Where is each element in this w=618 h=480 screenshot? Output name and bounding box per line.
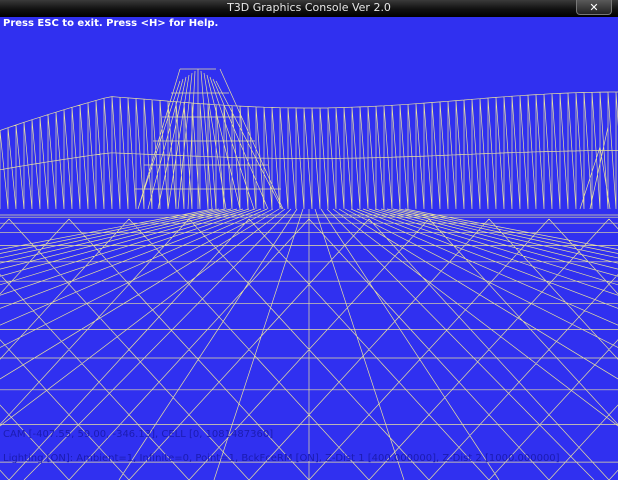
lighting-readout: Lighting [ON]: Ambient=1, Infinite=0, Po… xyxy=(3,453,560,464)
close-button[interactable]: ✕ xyxy=(576,0,612,15)
render-viewport[interactable]: Press ESC to exit. Press <H> for Help. C… xyxy=(0,17,618,480)
wireframe-lines xyxy=(0,68,618,480)
help-hint: Press ESC to exit. Press <H> for Help. xyxy=(3,18,219,29)
app-window: T3D Graphics Console Ver 2.0 ✕ Press ESC… xyxy=(0,0,618,480)
title-bar[interactable]: T3D Graphics Console Ver 2.0 ✕ xyxy=(0,0,618,18)
wireframe-scene xyxy=(0,68,618,480)
camera-readout: CAM [-407.55, 59.00, -346.13], CELL [0, … xyxy=(3,429,274,440)
close-icon: ✕ xyxy=(589,1,599,14)
window-title: T3D Graphics Console Ver 2.0 xyxy=(227,1,391,14)
